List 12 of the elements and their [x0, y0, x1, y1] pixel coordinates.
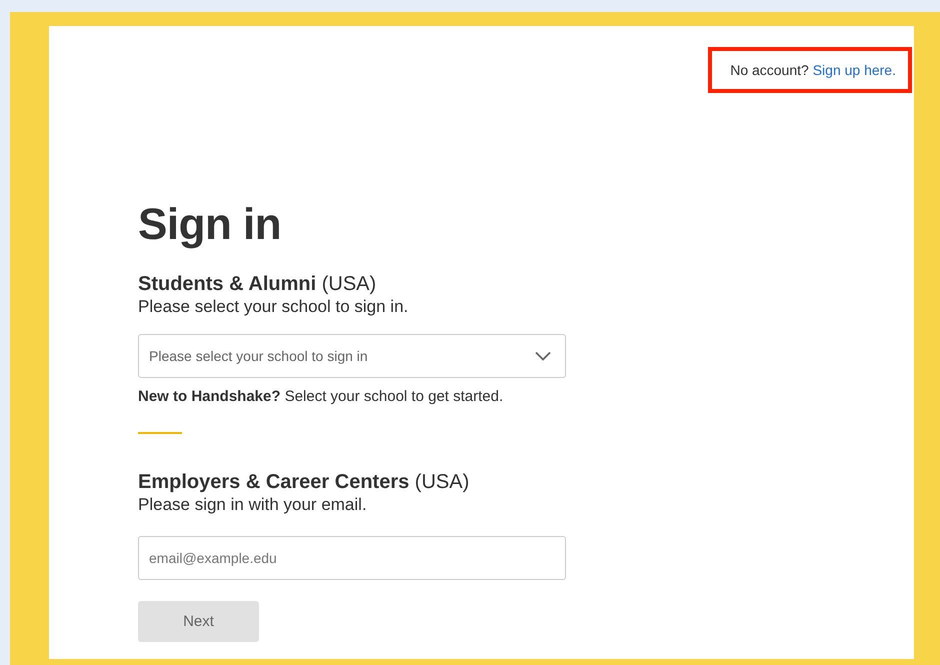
no-account-text: No account? [730, 62, 809, 78]
email-field[interactable]: email@example.edu [138, 536, 566, 580]
school-dropdown[interactable]: Please select your school to sign in [138, 334, 566, 378]
sign-up-link[interactable]: Sign up here. [812, 62, 896, 78]
section-subtitle: Please sign in with your email. [138, 494, 368, 516]
section-heading: Employers & Career Centers (USA) [138, 470, 470, 494]
dropdown-placeholder: Please select your school to sign in [149, 348, 368, 364]
chevron-down-icon [535, 351, 551, 361]
page-title: Sign in [138, 200, 282, 250]
section-subtitle: Please select your school to sign in. [138, 296, 410, 318]
section-heading: Students & Alumni (USA) [138, 272, 378, 296]
new-user-note: New to Handshake? Select your school to get started. [138, 388, 504, 405]
